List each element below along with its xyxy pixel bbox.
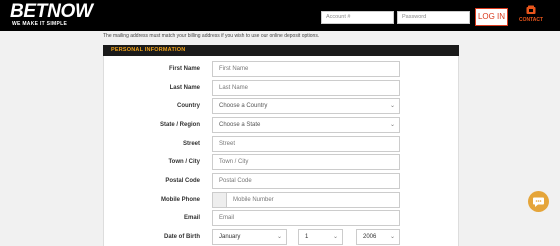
contact-label: CONTACT xyxy=(518,17,544,23)
logo-text: BETNOW xyxy=(10,1,93,22)
chevron-down-icon: ⌄ xyxy=(389,234,395,240)
street-row: Street Street xyxy=(104,136,460,152)
state-label: State / Region xyxy=(159,122,200,128)
last-name-label: Last Name xyxy=(169,85,200,91)
phone-icon xyxy=(526,5,536,14)
dob-year-value: 2006 xyxy=(363,234,377,240)
dob-day-value: 1 xyxy=(305,234,309,240)
state-select[interactable]: Choose a State ⌄ xyxy=(212,117,400,133)
chevron-down-icon: ⌄ xyxy=(332,234,338,240)
chevron-down-icon: ⌄ xyxy=(389,103,395,109)
mobile-phone-label: Mobile Phone xyxy=(161,197,200,203)
country-select[interactable]: Choose a Country ⌄ xyxy=(212,98,400,114)
street-label: Street xyxy=(182,141,200,147)
betnow-logo[interactable]: BETNOW WE MAKE IT SIMPLE xyxy=(10,2,115,28)
last-name-row: Last Name Last Name xyxy=(104,80,460,96)
top-header: BETNOW WE MAKE IT SIMPLE Account # Passw… xyxy=(0,0,560,31)
postal-code-row: Postal Code Postal Code xyxy=(104,173,460,189)
chat-bubble-icon xyxy=(533,197,544,207)
city-label: Town / City xyxy=(168,159,200,165)
chevron-down-icon: ⌄ xyxy=(276,234,282,240)
logo-tagline: WE MAKE IT SIMPLE xyxy=(12,21,68,27)
state-value: Choose a State xyxy=(219,122,261,128)
login-button[interactable]: LOG IN xyxy=(475,8,508,26)
last-name-input[interactable]: Last Name xyxy=(212,80,400,96)
country-row: Country Choose a Country ⌄ xyxy=(104,98,460,114)
dob-year-select[interactable]: 2006 ⌄ xyxy=(356,229,400,245)
dob-month-value: January xyxy=(219,234,241,240)
chat-button[interactable] xyxy=(528,191,549,212)
chevron-down-icon: ⌄ xyxy=(389,122,395,128)
country-value: Choose a Country xyxy=(219,103,268,109)
dob-month-select[interactable]: January ⌄ xyxy=(212,229,287,245)
street-input[interactable]: Street xyxy=(212,136,400,152)
contact-link[interactable]: CONTACT xyxy=(513,5,549,27)
mobile-phone-input[interactable]: Mobile Number xyxy=(226,192,400,208)
password-input[interactable]: Password xyxy=(397,11,470,24)
section-title: PERSONAL INFORMATION xyxy=(103,45,459,56)
first-name-label: First Name xyxy=(168,66,200,72)
city-input[interactable]: Town / City xyxy=(212,154,400,170)
postal-code-label: Postal Code xyxy=(165,178,200,184)
dob-row: Date of Birth January ⌄ 1 ⌄ 2006 ⌄ xyxy=(104,229,460,245)
city-row: Town / City Town / City xyxy=(104,154,460,170)
mobile-phone-row: Mobile Phone Mobile Number xyxy=(104,192,460,208)
email-row: Email Email xyxy=(104,210,460,226)
dob-label: Date of Birth xyxy=(164,234,200,240)
personal-info-form: First Name First Name Last Name Last Nam… xyxy=(103,56,459,246)
dob-day-select[interactable]: 1 ⌄ xyxy=(298,229,343,245)
country-label: Country xyxy=(177,103,200,109)
state-row: State / Region Choose a State ⌄ xyxy=(104,117,460,133)
postal-code-input[interactable]: Postal Code xyxy=(212,173,400,189)
account-input[interactable]: Account # xyxy=(321,11,394,24)
email-input[interactable]: Email xyxy=(212,210,400,226)
email-label: Email xyxy=(183,215,200,221)
first-name-input[interactable]: First Name xyxy=(212,61,400,77)
address-notice: The mailing address must match your bill… xyxy=(103,33,320,39)
first-name-row: First Name First Name xyxy=(104,61,460,77)
phone-country-code[interactable] xyxy=(212,192,227,208)
